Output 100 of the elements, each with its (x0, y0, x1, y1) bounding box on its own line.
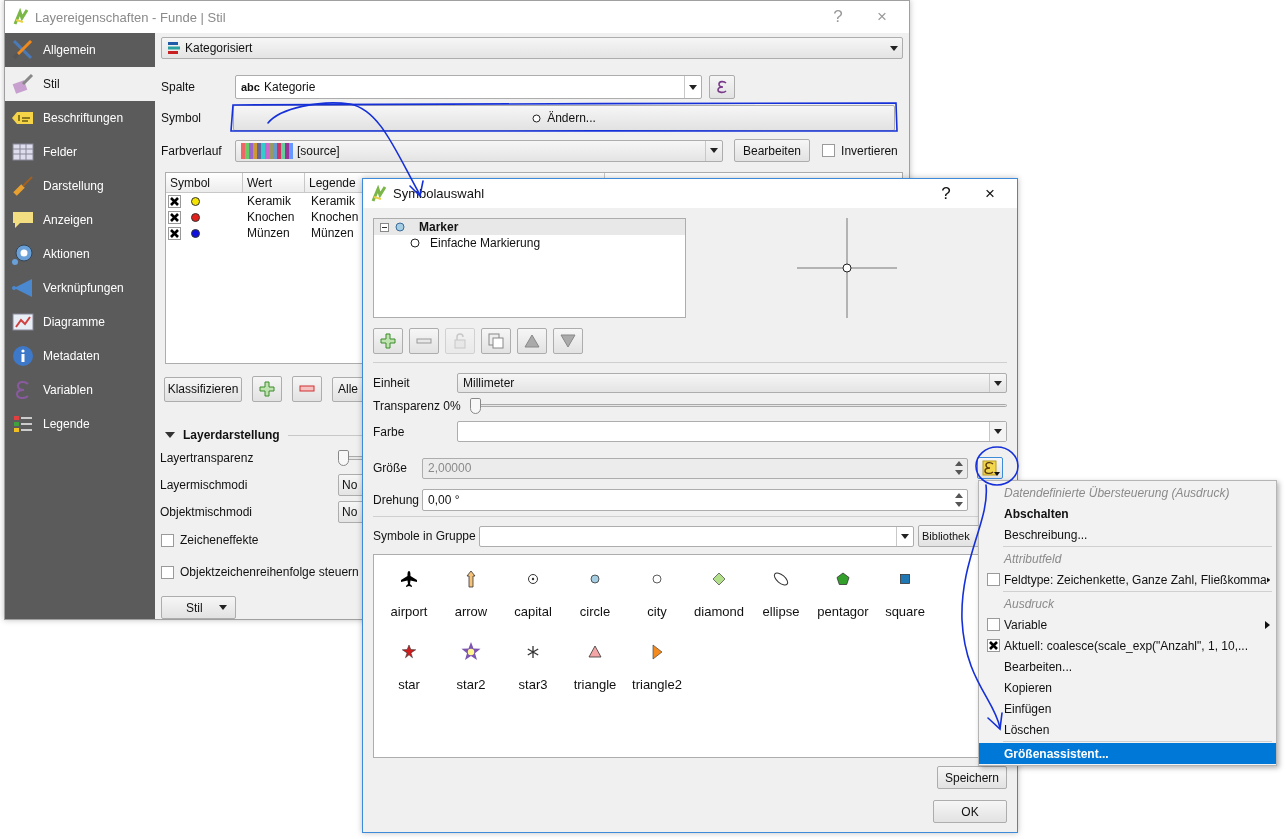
toolbar-button[interactable] (373, 328, 403, 354)
toolbar-button[interactable] (553, 328, 583, 354)
circle-annotation (975, 446, 1019, 486)
add-button[interactable] (252, 376, 282, 402)
down-triangle-icon (165, 430, 175, 440)
menu-item[interactable]: Bearbeiten... (979, 656, 1276, 677)
remove-button[interactable] (292, 376, 322, 402)
menu-item[interactable]: Aktuell: coalesce(scale_exp("Anzahl", 1, 10,... (979, 635, 1276, 656)
sidebar-item[interactable]: Anzeigen (5, 203, 155, 237)
tree-item[interactable]: Marker (374, 219, 685, 235)
field-label: Einheit (373, 376, 411, 390)
menu-item[interactable]: Abschalten (979, 503, 1276, 524)
symbol-item[interactable]: diamond (688, 569, 750, 642)
toolbar-button[interactable] (517, 328, 547, 354)
group-dropdown[interactable] (479, 525, 914, 547)
caret-icon (710, 148, 718, 153)
sidebar-item[interactable]: Verknüpfungen (5, 271, 155, 305)
color-ramp-dropdown[interactable]: [source] (235, 139, 723, 162)
symbol-item[interactable]: star2 (440, 642, 502, 715)
sidebar-item[interactable]: Metadaten (5, 339, 155, 373)
symbol-item[interactable]: pentagor (812, 569, 874, 642)
star-icon (461, 642, 481, 662)
field-label: Symbole in Gruppe (373, 529, 477, 543)
menu-checkbox[interactable] (987, 639, 1000, 652)
menu-checkbox[interactable] (987, 573, 1000, 586)
unit-dropdown[interactable]: Millimeter (457, 373, 1007, 393)
toolbar-button[interactable] (409, 328, 439, 354)
row-checkbox[interactable] (168, 210, 181, 224)
menu-item[interactable]: Größenassistent... (979, 743, 1276, 764)
style-dropdown-button[interactable]: Stil (161, 596, 236, 619)
down-triangle-icon (560, 333, 576, 349)
sidebar-item[interactable]: Darstellung (5, 169, 155, 203)
sidebar-item[interactable]: Aktionen (5, 237, 155, 271)
toolbar-button[interactable] (481, 328, 511, 354)
collapse-icon[interactable] (380, 222, 389, 232)
sidebar-item[interactable]: Legende (5, 407, 155, 441)
sidebar-item[interactable]: Stil (5, 67, 155, 101)
slider-handle[interactable] (470, 398, 481, 414)
menu-item[interactable]: Löschen (979, 719, 1276, 740)
slider-track[interactable] (470, 398, 1007, 414)
column-header[interactable]: Wert (243, 173, 305, 193)
spin-arrows-icon[interactable] (955, 492, 963, 508)
symbol-item[interactable]: city (626, 569, 688, 642)
renderer-dropdown[interactable]: Kategorisiert (161, 37, 903, 59)
field-label: Symbol (161, 111, 202, 125)
menu-item[interactable]: Feldtype: Zeichenkette, Ganze Zahl, Fließkomma (979, 569, 1276, 590)
field-label: Drehung (373, 493, 421, 507)
submenu-arrow-icon (1266, 575, 1270, 584)
row-checkbox[interactable] (168, 194, 181, 208)
sidebar-item[interactable]: Allgemein (5, 33, 155, 67)
sidebar-item[interactable]: Diagramme (5, 305, 155, 339)
rotation-field[interactable]: 0,00 ° (422, 489, 968, 511)
symbol-item[interactable]: arrow (440, 569, 502, 642)
symbol-label: triangle2 (632, 677, 682, 692)
save-button[interactable]: Speichern (937, 766, 1007, 789)
symbol-item[interactable]: capital (502, 569, 564, 642)
symbol-item[interactable]: star3 (502, 642, 564, 715)
table-cell: Münzen (311, 226, 354, 240)
menu-item[interactable]: Einfügen (979, 698, 1276, 719)
column-header[interactable]: Symbol (166, 173, 243, 193)
app-logo-icon (13, 8, 29, 26)
menu-item[interactable]: Kopieren (979, 677, 1276, 698)
data-defined-button[interactable] (977, 457, 1003, 479)
sidebar-item[interactable]: Felder (5, 135, 155, 169)
symbol-item[interactable]: circle (564, 569, 626, 642)
symbol-item[interactable]: triangle (564, 642, 626, 715)
dialog-title: Symbolauswahl (393, 186, 486, 201)
classify-button[interactable]: Klassifizieren (164, 376, 242, 402)
sidebar-item[interactable]: Beschriftungen (5, 101, 155, 135)
tree-item[interactable]: Einfache Markierung (374, 235, 685, 251)
field-label: Spalte (161, 80, 197, 94)
field-label: Objektmischmodi (160, 504, 254, 519)
row-checkbox[interactable] (168, 226, 181, 240)
close-button[interactable]: × (971, 181, 1009, 206)
symbol-item[interactable]: star (378, 642, 440, 715)
symbol-label: capital (514, 604, 552, 619)
column-dropdown[interactable]: abc Kategorie (235, 75, 702, 99)
symbol-item[interactable]: square (874, 569, 936, 642)
checkbox[interactable] (161, 533, 174, 547)
checkbox-label: Invertieren (841, 143, 898, 158)
color-button[interactable] (457, 421, 1007, 442)
ok-button[interactable]: OK (933, 800, 1007, 823)
menu-checkbox[interactable] (987, 618, 1000, 631)
slider-handle[interactable] (338, 449, 349, 466)
sidebar-item[interactable]: Variablen (5, 373, 155, 407)
symbol-item[interactable]: airport (378, 569, 440, 642)
symbol-item[interactable]: ellipse (750, 569, 812, 642)
symbol-label: star (398, 677, 420, 692)
invert-checkbox[interactable] (822, 144, 836, 157)
info-icon (11, 344, 35, 368)
table-cell: Keramik (311, 194, 355, 208)
menu-section-header: Attributfeld (1002, 550, 1063, 568)
expression-button[interactable] (709, 75, 735, 99)
symbol-item[interactable]: triangle2 (626, 642, 688, 715)
help-button[interactable]: ? (927, 181, 965, 206)
change-symbol-button[interactable]: Ändern... (233, 105, 895, 131)
edit-button[interactable]: Bearbeiten (734, 139, 811, 162)
menu-item[interactable]: Variable (979, 614, 1276, 635)
checkbox[interactable] (161, 565, 174, 579)
table-cell: Münzen (247, 226, 290, 240)
